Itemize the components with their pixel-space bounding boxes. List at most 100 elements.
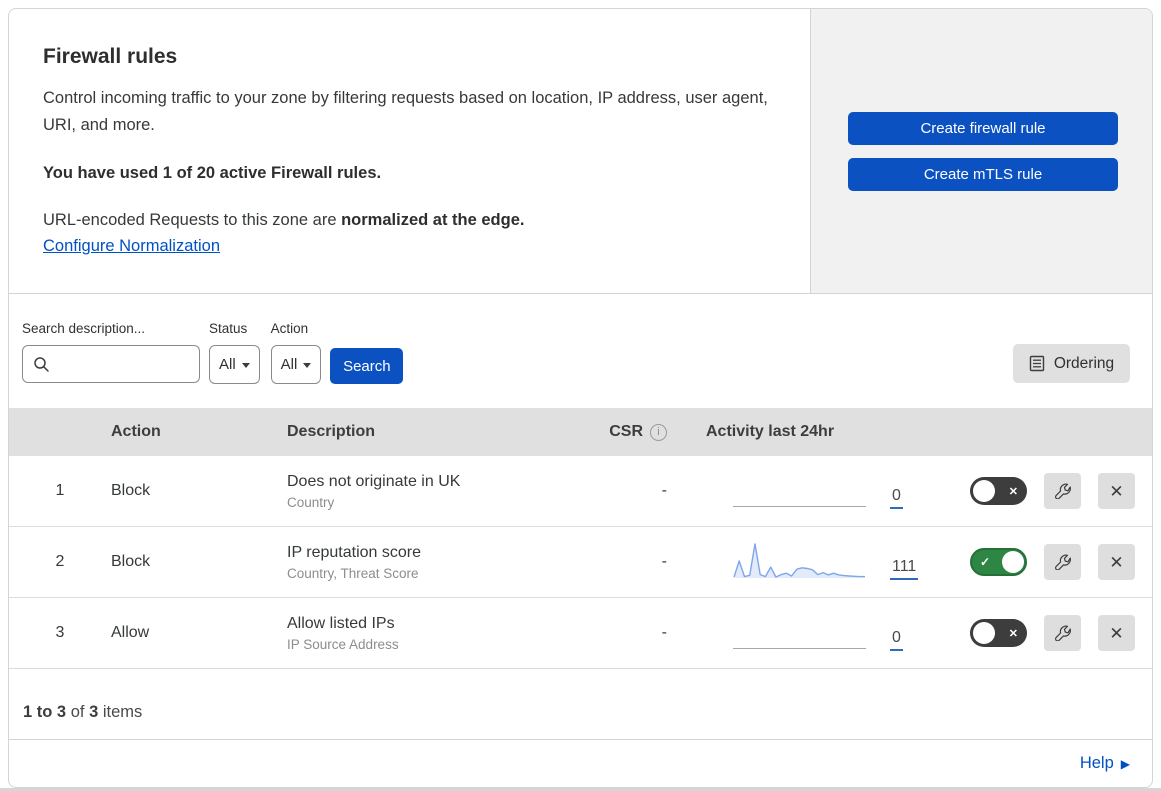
edit-rule-button[interactable]: [1044, 473, 1081, 509]
ordering-list-icon: [1029, 355, 1045, 372]
ordering-button[interactable]: Ordering: [1013, 344, 1130, 383]
page-title: Firewall rules: [43, 45, 178, 68]
rule-description-cell: Does not originate in UK Country: [287, 473, 569, 510]
chevron-down-icon: [241, 363, 250, 368]
rule-activity-cell: 0: [677, 598, 959, 668]
status-filter-group: Status All: [209, 321, 260, 384]
pagination-bar: 1 to 3 of 3 items: [9, 669, 1152, 740]
rule-controls: ✓ ✕: [959, 544, 1152, 580]
rule-criteria: Country, Threat Score: [287, 565, 419, 581]
rule-criteria: Country: [287, 494, 335, 510]
edit-rule-button[interactable]: [1044, 615, 1081, 651]
rule-description: Allow listed IPs: [287, 614, 395, 632]
toggle-check-icon: ✓: [980, 555, 991, 569]
search-group: Search description...: [22, 321, 200, 383]
rule-description: Does not originate in UK: [287, 472, 461, 490]
pagination-of: of: [70, 702, 85, 721]
rule-csr: -: [661, 553, 667, 570]
delete-rule-button[interactable]: ✕: [1098, 544, 1135, 580]
action-filter-group: Action All: [270, 321, 322, 384]
table-header: Action Description CSR i Activity last 2…: [9, 408, 1152, 456]
configure-normalization-link[interactable]: Configure Normalization: [43, 237, 220, 255]
firewall-rules-card: Firewall rules Control incoming traffic …: [8, 8, 1153, 788]
search-label: Search description...: [22, 321, 146, 336]
rule-action: Allow: [111, 624, 150, 641]
rule-enable-toggle[interactable]: ✓: [970, 548, 1027, 576]
toggle-x-icon: ✕: [1008, 627, 1018, 640]
firewall-rules-page: Firewall rules Control incoming traffic …: [0, 0, 1161, 791]
action-dropdown[interactable]: All: [270, 345, 322, 384]
column-csr: CSR i: [569, 423, 677, 441]
header-text-area: Firewall rules Control incoming traffic …: [9, 9, 810, 293]
pagination-range: 1 to 3: [23, 702, 67, 721]
status-dropdown[interactable]: All: [209, 345, 260, 384]
search-icon: [34, 356, 49, 372]
create-mtls-rule-button[interactable]: Create mTLS rule: [848, 157, 1118, 191]
ordering-button-label: Ordering: [1053, 354, 1115, 372]
edit-rule-button[interactable]: [1044, 544, 1081, 580]
header-section: Firewall rules Control incoming traffic …: [9, 9, 1152, 294]
rule-criteria: IP Source Address: [287, 636, 399, 652]
search-input[interactable]: [56, 354, 199, 374]
rule-enable-toggle[interactable]: ✕: [970, 619, 1027, 647]
table-row: 2 Block IP reputation score Country, Thr…: [9, 527, 1152, 598]
rule-enable-toggle[interactable]: ✕: [970, 477, 1027, 505]
rule-priority: 1: [55, 482, 65, 499]
action-dropdown-value: All: [280, 356, 298, 373]
toggle-x-icon: ✕: [1008, 485, 1018, 498]
toggle-knob: [973, 622, 995, 644]
info-icon[interactable]: i: [650, 423, 667, 441]
rule-controls: ✕ ✕: [959, 473, 1152, 509]
activity-count-link[interactable]: 111: [890, 559, 919, 580]
toggle-knob: [1002, 551, 1024, 573]
rule-activity-cell: 0: [677, 456, 959, 526]
filter-bar: Search description... Status All Action: [9, 294, 1152, 408]
normalization-note: URL-encoded Requests to this zone are no…: [43, 211, 776, 230]
csr-label: CSR: [609, 423, 643, 440]
usage-summary: You have used 1 of 20 active Firewall ru…: [43, 164, 382, 182]
normalization-bold: normalized at the edge.: [341, 211, 525, 229]
search-box[interactable]: [22, 345, 200, 383]
table-row: 1 Block Does not originate in UK Country…: [9, 456, 1152, 527]
delete-rule-button[interactable]: ✕: [1098, 615, 1135, 651]
rule-description-cell: IP reputation score Country, Threat Scor…: [287, 544, 569, 581]
status-dropdown-value: All: [219, 356, 236, 373]
wrench-icon: [1054, 625, 1071, 641]
column-description: Description: [287, 423, 376, 440]
rule-activity-cell: 111: [677, 527, 959, 597]
rule-priority: 2: [55, 553, 65, 570]
actions-panel: Create firewall rule Create mTLS rule: [810, 9, 1152, 293]
column-action: Action: [111, 423, 161, 440]
toggle-knob: [973, 480, 995, 502]
rule-description: IP reputation score: [287, 543, 422, 561]
rule-description-cell: Allow listed IPs IP Source Address: [287, 615, 569, 652]
activity-sparkline: [733, 543, 865, 578]
table-row: 3 Allow Allow listed IPs IP Source Addre…: [9, 598, 1152, 669]
pagination-items: items: [102, 702, 143, 721]
chevron-down-icon: [303, 363, 312, 368]
activity-flatline: [733, 506, 866, 507]
help-link[interactable]: Help ▶: [1080, 754, 1130, 773]
rule-csr: -: [661, 482, 667, 499]
activity-count-link[interactable]: 0: [890, 488, 903, 509]
delete-rule-button[interactable]: ✕: [1098, 473, 1135, 509]
search-button[interactable]: Search: [330, 348, 404, 384]
status-label: Status: [209, 321, 248, 336]
normalization-text: URL-encoded Requests to this zone are: [43, 211, 342, 229]
wrench-icon: [1054, 483, 1071, 499]
rule-controls: ✕ ✕: [959, 615, 1152, 651]
wrench-icon: [1054, 554, 1071, 570]
create-firewall-rule-button[interactable]: Create firewall rule: [848, 111, 1118, 145]
pagination-total: 3: [89, 702, 99, 721]
activity-flatline: [733, 648, 866, 649]
rule-action: Block: [111, 482, 151, 499]
column-activity: Activity last 24hr: [706, 423, 835, 440]
close-icon: ✕: [1109, 552, 1124, 572]
page-description: Control incoming traffic to your zone by…: [43, 89, 768, 134]
activity-count-link[interactable]: 0: [890, 630, 903, 651]
help-label: Help: [1079, 754, 1114, 772]
rule-action: Block: [111, 553, 151, 570]
help-arrow-icon: ▶: [1120, 756, 1130, 771]
rule-priority: 3: [55, 624, 65, 641]
action-label: Action: [270, 321, 309, 336]
